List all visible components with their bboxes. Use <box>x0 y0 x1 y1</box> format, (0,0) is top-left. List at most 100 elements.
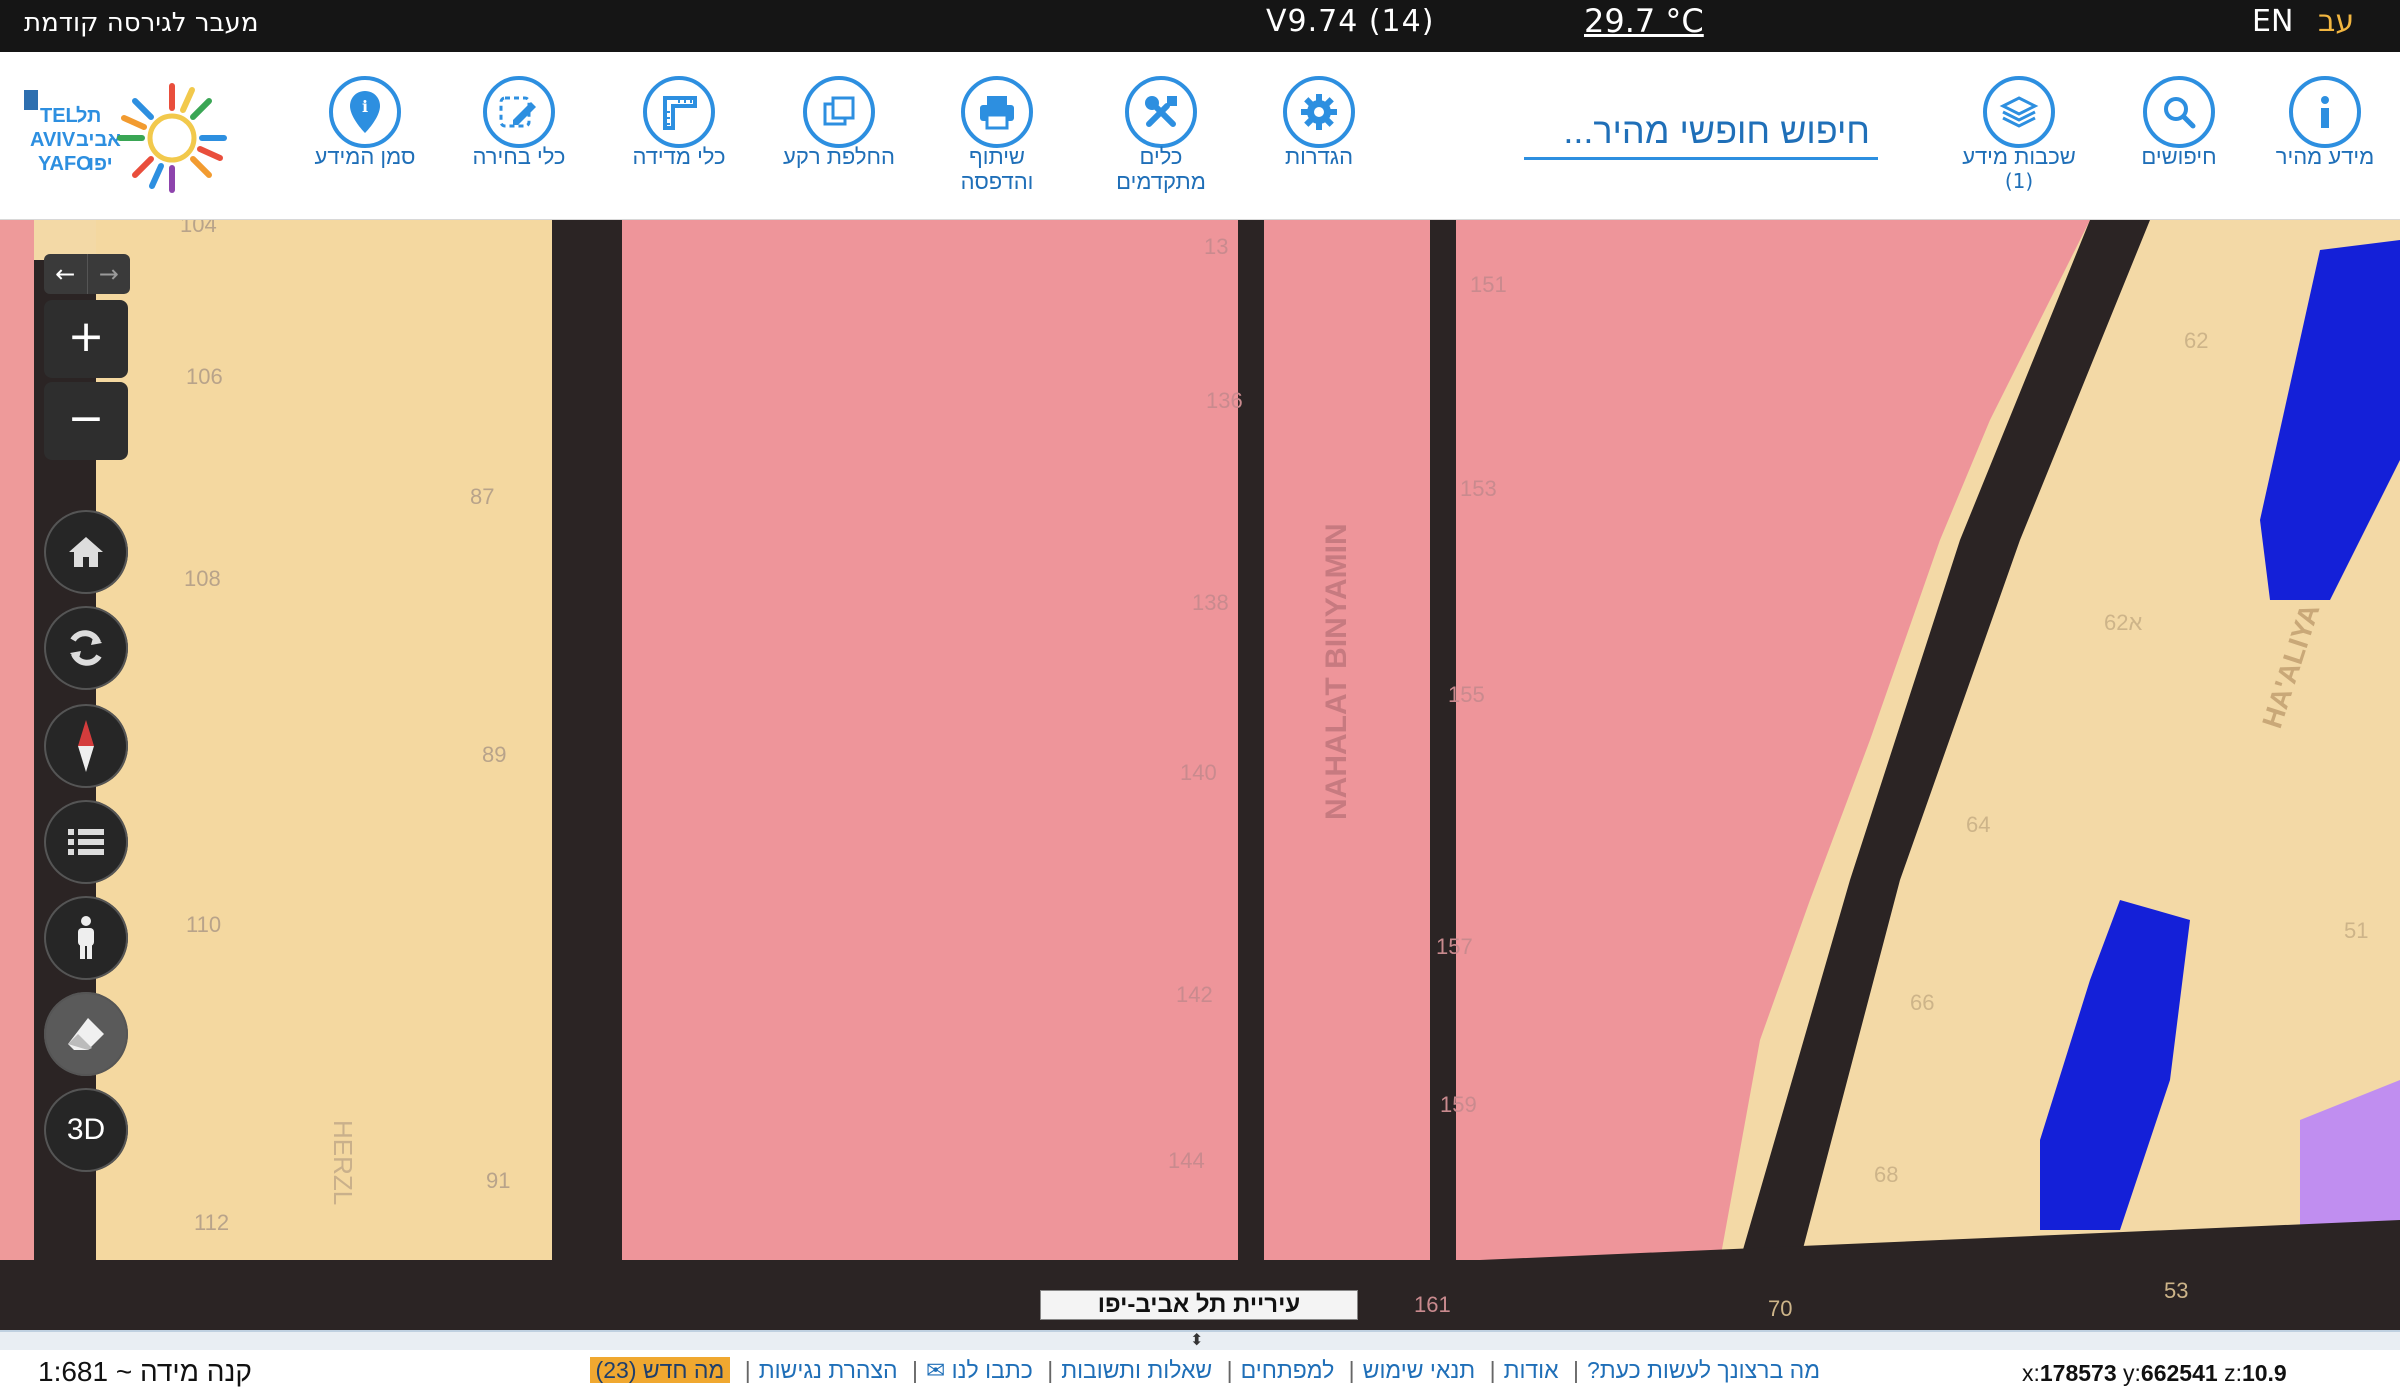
layers-count: (1) <box>2004 169 2034 193</box>
zoom-in-button[interactable]: + <box>44 300 128 378</box>
splitter-grip-icon[interactable]: ⬍ <box>1190 1330 1203 1349</box>
basemap-label: החלפת רקע <box>783 144 895 169</box>
house-number: 53 <box>2164 1278 2188 1303</box>
svg-text:אביב: אביב <box>76 129 121 151</box>
terms-link[interactable]: תנאי שימוש <box>1363 1357 1476 1383</box>
whats-new-link[interactable]: מה חדש (23) <box>589 1357 731 1383</box>
house-number: 91 <box>486 1168 510 1193</box>
status-footer: x:178573 y:662541 z:10.9 מה ברצונך לעשות… <box>0 1350 2400 1394</box>
quick-info-label: מידע מהיר <box>2275 144 2375 169</box>
quick-search <box>1524 104 1878 160</box>
main-toolbar: TEL תל AVIV אביב YAFO יפו i סמן המידע כל… <box>0 52 2400 220</box>
select-tool-label: כלי בחירה <box>472 144 566 169</box>
eraser-icon <box>68 1018 104 1050</box>
refresh-icon <box>70 630 102 666</box>
basemap-icon <box>803 76 875 148</box>
developers-link[interactable]: למפתחים <box>1241 1357 1335 1383</box>
x-coordinate: 178573 <box>2039 1360 2117 1386</box>
quick-info-button[interactable]: מידע מהיר <box>2250 76 2400 169</box>
street-label-nahalat-binyamin: NAHALAT BINYAMIN <box>1320 523 1353 820</box>
previous-version-link[interactable]: מעבר לגירסה קודמת <box>24 8 258 38</box>
measure-tool-label: כלי מדידה <box>632 144 726 169</box>
refresh-button[interactable] <box>44 606 128 690</box>
language-en-button[interactable]: EN <box>2252 4 2293 39</box>
home-button[interactable] <box>44 510 128 594</box>
list-icon <box>68 829 104 855</box>
svg-text:יפו: יפו <box>88 153 113 175</box>
search-icon <box>2143 76 2215 148</box>
svg-text:תל: תל <box>76 105 101 127</box>
house-number: 104 <box>180 220 217 237</box>
house-number: 144 <box>1168 1148 1205 1173</box>
quick-search-input[interactable] <box>1524 104 1878 157</box>
house-number: 87 <box>470 484 494 509</box>
info-marker-label: סמן המידע <box>314 144 416 169</box>
layers-icon <box>1983 76 2055 148</box>
house-number: 142 <box>1176 982 1213 1007</box>
house-number: 157 <box>1436 934 1473 959</box>
compass-button[interactable] <box>44 704 128 788</box>
contact-link[interactable]: כתבו לנו ✉ <box>926 1357 1033 1383</box>
map-pin-icon: i <box>329 76 401 148</box>
about-link[interactable]: אודות <box>1504 1357 1559 1383</box>
house-number: 66 <box>1910 990 1934 1015</box>
house-number: 112 <box>194 1210 229 1235</box>
back-arrow-icon[interactable]: ← <box>44 254 87 294</box>
temperature-link[interactable]: 29.7 °C <box>1584 2 1704 40</box>
house-number: 136 <box>1206 388 1243 413</box>
info-marker-button[interactable]: i סמן המידע <box>290 76 440 169</box>
layers-label: שכבות מידע <box>1962 144 2076 169</box>
advanced-tools-label: כלים מתקדמים <box>1116 144 1206 194</box>
street-view-button[interactable] <box>44 896 128 980</box>
home-icon <box>69 537 103 567</box>
zoom-level: 10.9 <box>2241 1360 2287 1386</box>
select-tool-button[interactable]: כלי בחירה <box>444 76 594 169</box>
legend-button[interactable] <box>44 800 128 884</box>
eraser-button[interactable] <box>44 992 128 1076</box>
history-nav: ← → <box>44 254 130 294</box>
share-print-button[interactable]: שיתוף והדפסה <box>922 76 1072 194</box>
tel-aviv-logo[interactable]: TEL תל AVIV אביב YAFO יפו <box>22 80 250 200</box>
street-label-herzl: HERZL <box>328 1120 358 1205</box>
measure-tool-button[interactable]: כלי מדידה <box>604 76 754 169</box>
searches-button[interactable]: חיפושים <box>2104 76 2254 169</box>
svg-text:TEL: TEL <box>40 105 78 127</box>
advanced-tools-button[interactable]: כלים מתקדמים <box>1086 76 1236 194</box>
house-number: 70 <box>1768 1296 1792 1321</box>
compass-icon <box>78 720 94 772</box>
language-he-button[interactable]: עב <box>2318 4 2354 39</box>
pencil-select-icon <box>483 76 555 148</box>
map-scale: קנה מידה ~ 1:681 <box>38 1356 252 1387</box>
zoom-out-button[interactable]: − <box>44 382 128 460</box>
panel-splitter[interactable]: ⬍ <box>0 1330 2400 1350</box>
house-number: 51 <box>2344 918 2368 943</box>
coordinates-readout: x:178573 y:662541 z:10.9 <box>2022 1360 2287 1386</box>
version-label: V9.74 (14) <box>1266 4 1435 39</box>
house-number: 62א <box>2104 610 2142 635</box>
house-number: 68 <box>1874 1162 1898 1187</box>
house-number: 89 <box>482 742 506 767</box>
what-now-link[interactable]: מה ברצונך לעשות כעת? <box>1587 1357 1820 1383</box>
printer-icon <box>961 76 1033 148</box>
person-icon <box>78 916 94 959</box>
accessibility-link[interactable]: הצהרת נגישות <box>759 1357 898 1383</box>
basemap-button[interactable]: החלפת רקע <box>764 76 914 169</box>
map-credit-label: עיריית תל אביב-יפו <box>1040 1290 1358 1320</box>
map-graphics: HERZL NAHALAT BINYAMIN HA'ALIYA 104 106 … <box>0 220 2400 1332</box>
tools-icon <box>1125 76 1197 148</box>
house-number: 153 <box>1460 476 1497 501</box>
footer-links: מה ברצונך לעשות כעת?| אודות| תנאי שימוש|… <box>580 1357 1820 1384</box>
faq-link[interactable]: שאלות ותשובות <box>1061 1357 1212 1383</box>
top-status-bar: מעבר לגירסה קודמת V9.74 (14) 29.7 °C EN … <box>0 0 2400 52</box>
layers-button[interactable]: שכבות מידע (1) <box>1944 76 2094 193</box>
house-number: 161 <box>1414 1292 1451 1317</box>
forward-arrow-icon[interactable]: → <box>86 254 131 294</box>
settings-label: הגדרות <box>1284 144 1354 169</box>
three-d-button[interactable]: 3D <box>44 1088 128 1172</box>
map-canvas[interactable]: HERZL NAHALAT BINYAMIN HA'ALIYA 104 106 … <box>0 220 2400 1332</box>
gear-icon <box>1283 76 1355 148</box>
house-number: 13 <box>1204 234 1228 259</box>
house-number: 64 <box>1966 812 1990 837</box>
house-number: 62 <box>2184 328 2208 353</box>
settings-button[interactable]: הגדרות <box>1244 76 1394 169</box>
